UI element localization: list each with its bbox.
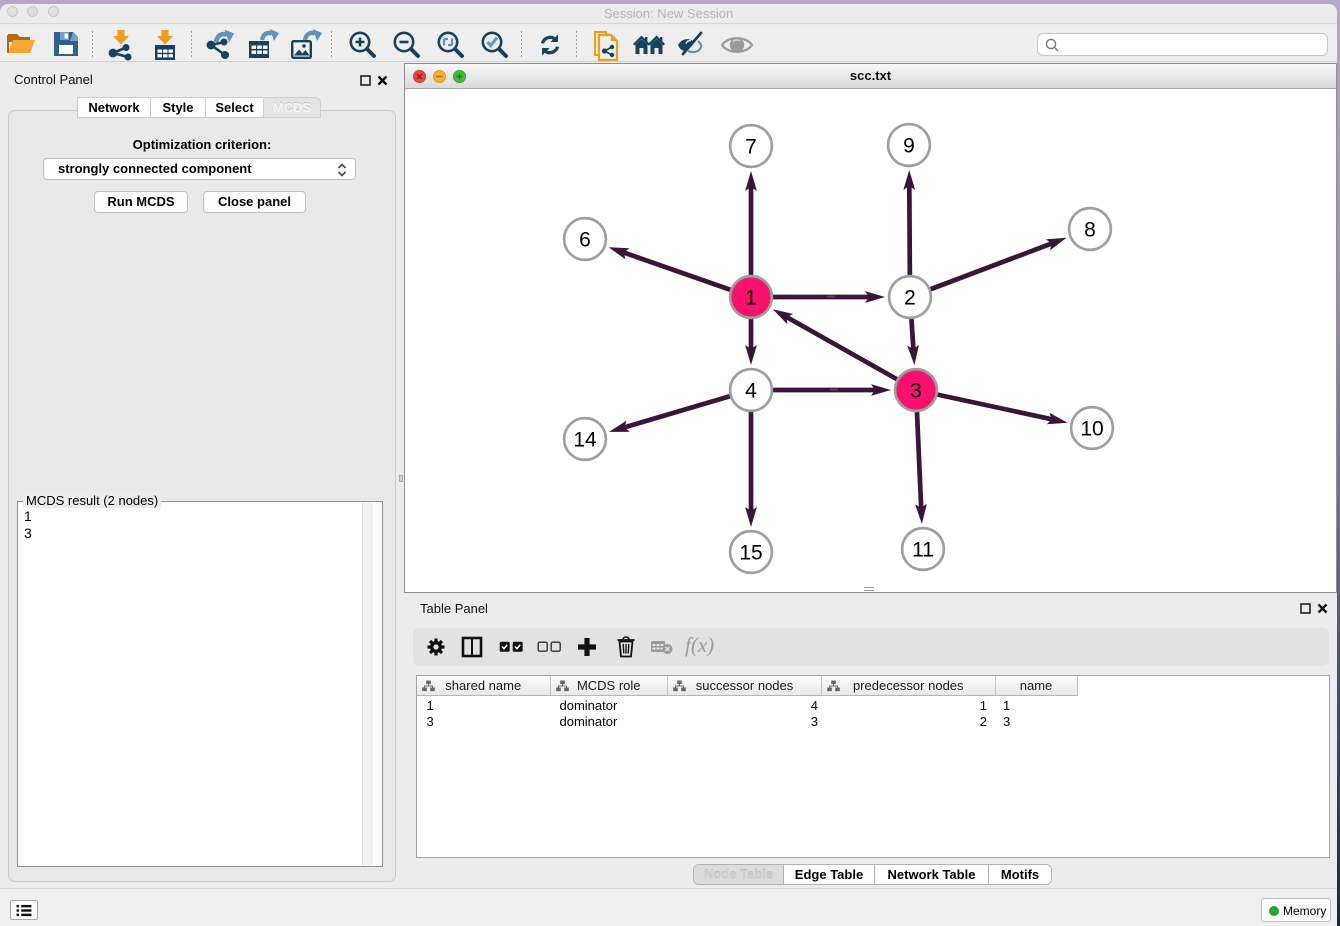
svg-text:6: 6: [579, 229, 591, 252]
svg-text:2: 2: [904, 287, 916, 310]
svg-text:14: 14: [573, 429, 597, 452]
svg-text:3: 3: [910, 380, 922, 403]
svg-text:11: 11: [912, 539, 934, 562]
svg-text:15: 15: [739, 542, 762, 565]
svg-text:9: 9: [903, 135, 915, 158]
svg-text:4: 4: [745, 380, 757, 403]
svg-text:1: 1: [745, 287, 757, 310]
svg-text:7: 7: [745, 136, 757, 159]
svg-text:8: 8: [1084, 219, 1096, 242]
svg-text:10: 10: [1080, 418, 1103, 441]
